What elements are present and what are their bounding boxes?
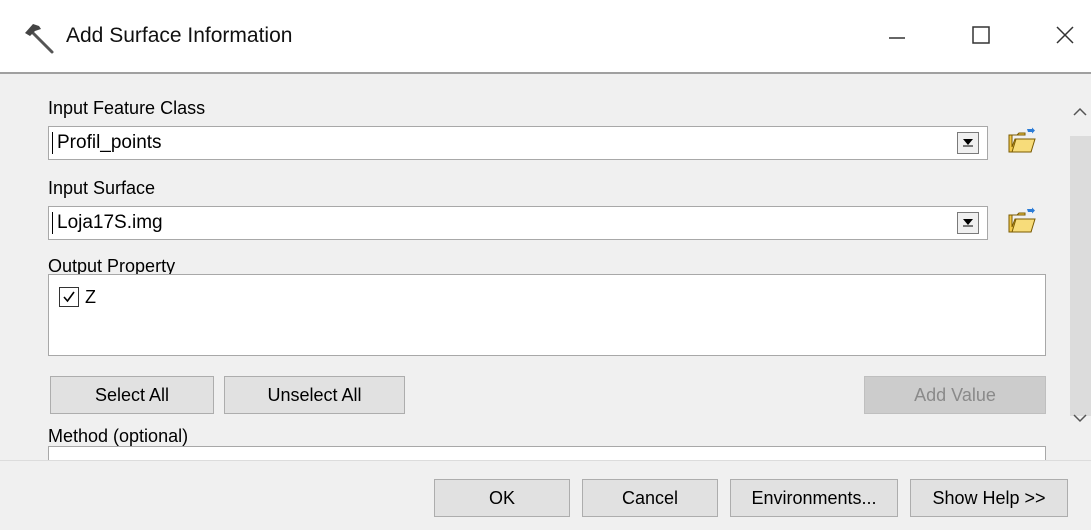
open-folder-icon bbox=[1007, 207, 1037, 240]
close-button[interactable] bbox=[1034, 14, 1091, 60]
input-surface-value: Loja17S.img bbox=[57, 212, 163, 233]
input-feature-class-value: Profil_points bbox=[57, 132, 162, 153]
z-label: Z bbox=[85, 286, 96, 307]
chevron-down-icon bbox=[962, 214, 974, 232]
open-folder-icon bbox=[1007, 127, 1037, 160]
browse-surface-button[interactable] bbox=[1004, 206, 1040, 240]
dropdown-arrow-button[interactable] bbox=[957, 212, 979, 234]
minimize-icon bbox=[887, 25, 907, 50]
input-surface-combo[interactable]: Loja17S.img bbox=[48, 206, 988, 240]
select-all-button[interactable]: Select All bbox=[50, 376, 214, 414]
browse-feature-class-button[interactable] bbox=[1004, 126, 1040, 160]
input-surface-label: Input Surface bbox=[48, 178, 156, 198]
cancel-button[interactable]: Cancel bbox=[582, 479, 718, 517]
chevron-up-icon[interactable] bbox=[1070, 102, 1090, 122]
dropdown-arrow-button[interactable] bbox=[957, 132, 979, 154]
method-label: Method (optional) bbox=[48, 426, 189, 446]
show-help-button[interactable]: Show Help >> bbox=[910, 479, 1068, 517]
text-cursor bbox=[52, 132, 53, 154]
input-feature-class-label: Input Feature Class bbox=[48, 98, 206, 118]
add-surface-information-dialog: Add Surface Information Input Feature Cl… bbox=[0, 0, 1091, 530]
dialog-footer: OK Cancel Environments... Show Help >> bbox=[0, 460, 1091, 530]
z-checkbox[interactable] bbox=[59, 287, 79, 307]
hammer-icon bbox=[22, 20, 58, 56]
parameters-panel: Input Feature Class Profil_points Input … bbox=[0, 74, 1066, 466]
unselect-all-button[interactable]: Unselect All bbox=[224, 376, 405, 414]
window-title: Add Surface Information bbox=[66, 24, 293, 47]
list-item[interactable]: Z bbox=[59, 285, 96, 309]
ok-button[interactable]: OK bbox=[434, 479, 570, 517]
add-value-button[interactable]: Add Value bbox=[864, 376, 1046, 414]
vertical-scrollbar[interactable] bbox=[1066, 74, 1091, 460]
scrollbar-thumb[interactable] bbox=[1070, 136, 1091, 416]
input-feature-class-combo[interactable]: Profil_points bbox=[48, 126, 988, 160]
maximize-button[interactable] bbox=[950, 14, 1012, 60]
chevron-down-icon[interactable] bbox=[1070, 408, 1090, 428]
chevron-down-icon bbox=[962, 134, 974, 152]
maximize-icon bbox=[971, 25, 991, 50]
environments-button[interactable]: Environments... bbox=[730, 479, 898, 517]
minimize-button[interactable] bbox=[866, 14, 928, 60]
title-bar: Add Surface Information bbox=[0, 0, 1091, 74]
close-icon bbox=[1055, 25, 1075, 50]
output-property-list[interactable]: Z bbox=[48, 274, 1046, 356]
text-cursor bbox=[52, 212, 53, 234]
